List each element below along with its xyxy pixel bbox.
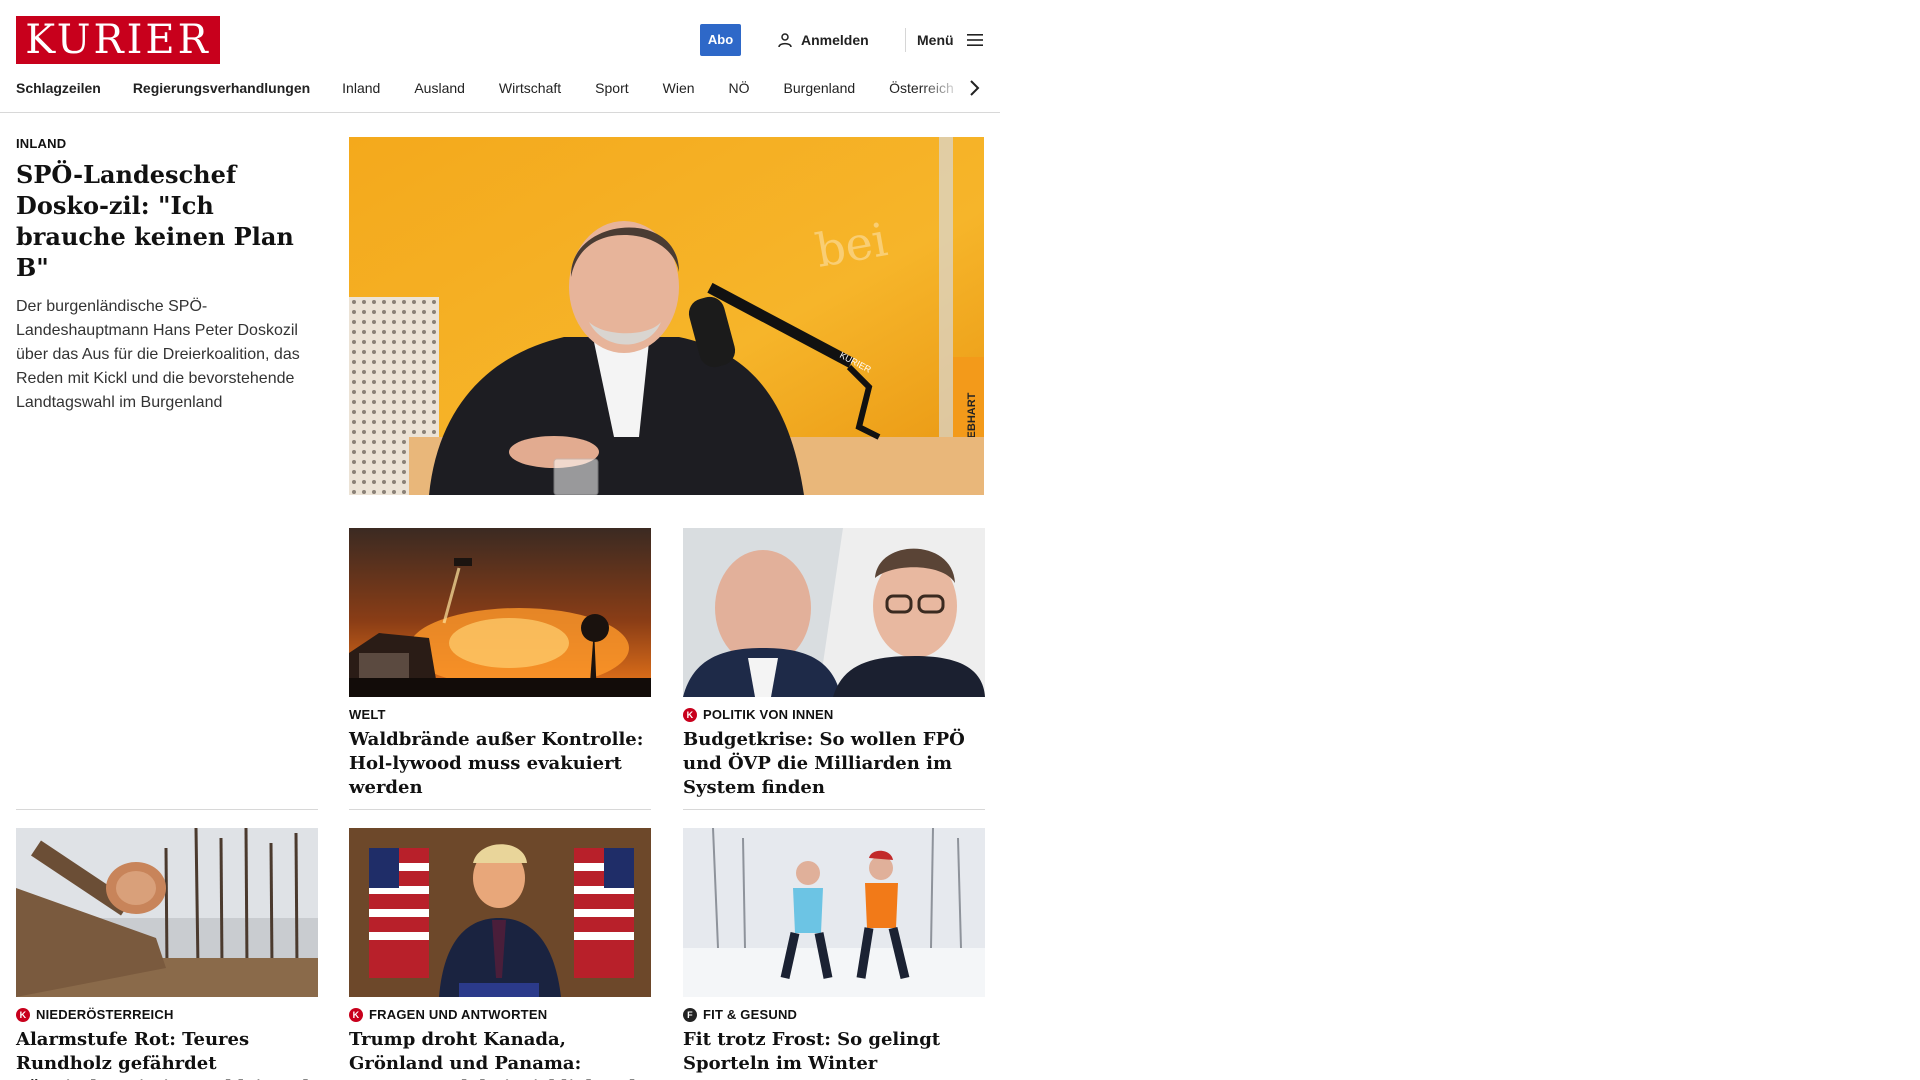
article-card[interactable]: WELT Waldbrände außer Kontrolle: Hol-lyw… bbox=[349, 528, 651, 800]
nav-item-noe[interactable]: NÖ bbox=[729, 72, 750, 104]
card-kicker: K FRAGEN UND ANTWORTEN bbox=[349, 1007, 651, 1022]
card-headline[interactable]: Budgetkrise: So wollen FPÖ und ÖVP die M… bbox=[683, 728, 985, 800]
menu-button[interactable]: Menü bbox=[917, 24, 984, 56]
nav-item-regierungsverhandlungen[interactable]: Regierungsverhandlungen bbox=[133, 72, 310, 104]
row-divider bbox=[349, 809, 651, 810]
card-headline[interactable]: Trump droht Kanada, Grönland und Panama:… bbox=[349, 1028, 651, 1080]
nav-item-schlagzeilen[interactable]: Schlagzeilen bbox=[16, 72, 101, 104]
site-header: KURIER Abo Anmelden Menü Schlagzeilen Re… bbox=[0, 0, 1000, 113]
article-card[interactable]: K POLITIK VON INNEN Budgetkrise: So woll… bbox=[683, 528, 985, 800]
card-headline[interactable]: Waldbrände außer Kontrolle: Hol-lywood m… bbox=[349, 728, 651, 800]
nav-item-ausland[interactable]: Ausland bbox=[414, 72, 465, 104]
login-label: Anmelden bbox=[801, 32, 869, 48]
hamburger-icon bbox=[966, 34, 983, 46]
nav-item-inland[interactable]: Inland bbox=[342, 72, 380, 104]
kurier-plus-icon: K bbox=[16, 1007, 30, 1022]
politicians-thumbnail bbox=[683, 528, 985, 697]
article-card[interactable]: K NIEDERÖSTERREICH Alarmstufe Rot: Teure… bbox=[16, 828, 318, 1080]
header-divider bbox=[905, 28, 906, 52]
lead-image[interactable]: GEBHART bei KURIER bbox=[349, 137, 984, 495]
trump-thumbnail bbox=[349, 828, 651, 997]
lead-headline[interactable]: SPÖ-Landeschef Dosko-zil: "Ich brauche k… bbox=[16, 159, 318, 283]
kurier-plus-icon: K bbox=[683, 707, 697, 722]
card-kicker: f FIT & GESUND bbox=[683, 1007, 985, 1022]
login-button[interactable]: Anmelden bbox=[777, 24, 869, 56]
kurier-plus-icon: K bbox=[349, 1007, 363, 1022]
nav-item-wien[interactable]: Wien bbox=[663, 72, 695, 104]
row-divider bbox=[16, 809, 318, 810]
lead-story[interactable]: INLAND SPÖ-Landeschef Dosko-zil: "Ich br… bbox=[16, 136, 318, 415]
card-kicker: K NIEDERÖSTERREICH bbox=[16, 1007, 318, 1022]
section-nav: Schlagzeilen Regierungsverhandlungen Inl… bbox=[0, 72, 1000, 104]
abo-button[interactable]: Abo bbox=[700, 24, 741, 56]
article-card[interactable]: f FIT & GESUND Fit trotz Frost: So gelin… bbox=[683, 828, 985, 1076]
nav-item-sport[interactable]: Sport bbox=[595, 72, 628, 104]
nav-item-burgenland[interactable]: Burgenland bbox=[784, 72, 856, 104]
section-nav-list: Schlagzeilen Regierungsverhandlungen Inl… bbox=[16, 72, 976, 104]
user-icon bbox=[778, 33, 792, 48]
card-kicker: WELT bbox=[349, 707, 386, 722]
nav-item-wirtschaft[interactable]: Wirtschaft bbox=[499, 72, 561, 104]
lead-teaser: Der burgenländische SPÖ-Landeshauptmann … bbox=[16, 298, 300, 411]
wildfire-thumbnail bbox=[349, 528, 651, 697]
card-headline[interactable]: Alarmstufe Rot: Teures Rundholz gefährde… bbox=[16, 1028, 318, 1080]
article-card[interactable]: K FRAGEN UND ANTWORTEN Trump droht Kanad… bbox=[349, 828, 651, 1080]
card-kicker: K POLITIK VON INNEN bbox=[683, 707, 985, 722]
fit-gesund-icon: f bbox=[683, 1007, 697, 1022]
lead-photo: GEBHART bei KURIER bbox=[349, 137, 984, 495]
menu-label: Menü bbox=[917, 32, 954, 48]
timber-thumbnail bbox=[16, 828, 318, 997]
chevron-right-icon[interactable] bbox=[962, 76, 986, 100]
lead-kicker: INLAND bbox=[16, 136, 67, 151]
card-headline[interactable]: Fit trotz Frost: So gelingt Sporteln im … bbox=[683, 1028, 985, 1076]
kurier-logo[interactable]: KURIER bbox=[16, 16, 220, 64]
row-divider bbox=[683, 809, 985, 810]
winter-running-thumbnail bbox=[683, 828, 985, 997]
